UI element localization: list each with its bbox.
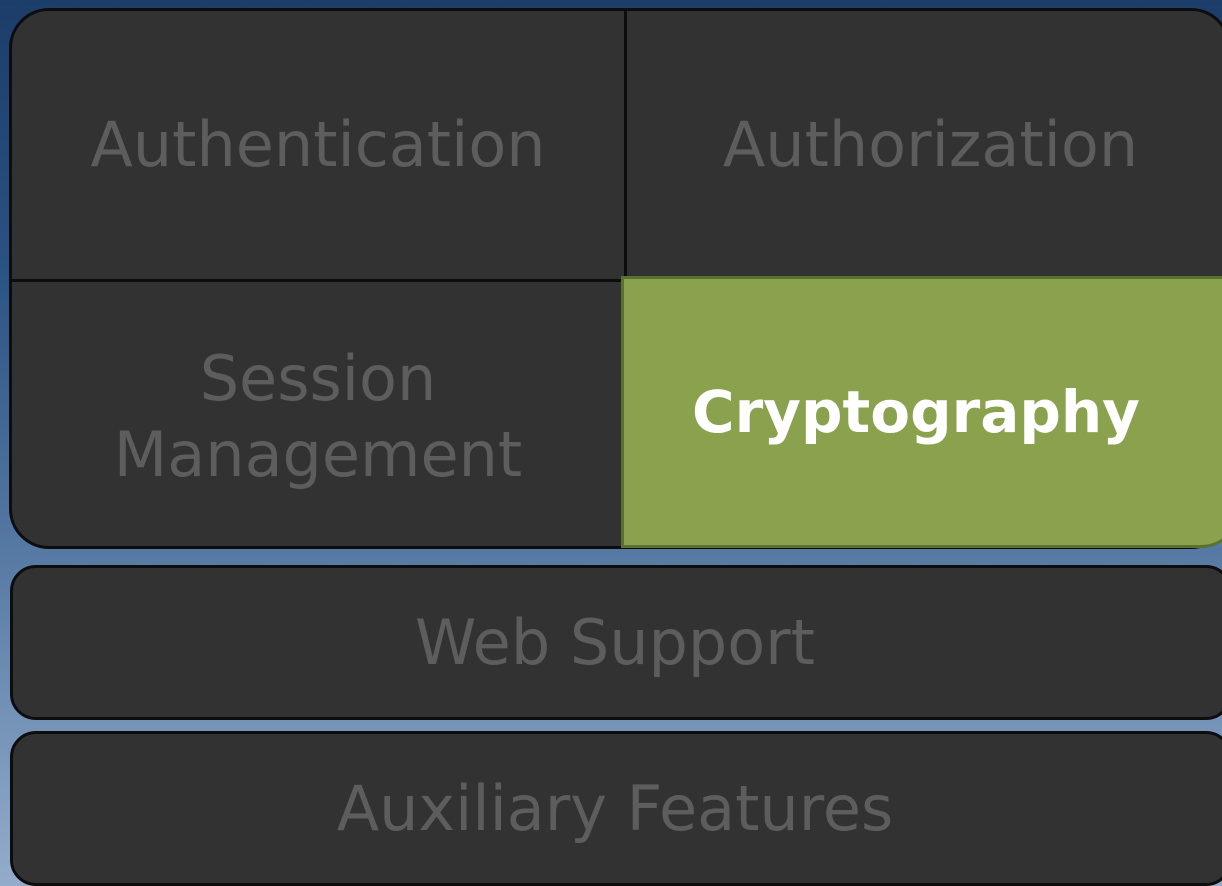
authentication-block: Authentication	[12, 11, 624, 279]
web-support-block: Web Support	[10, 565, 1222, 720]
auxiliary-features-block: Auxiliary Features	[10, 731, 1222, 886]
session-management-label-line2: Management	[113, 418, 523, 491]
auxiliary-features-label: Auxiliary Features	[336, 771, 894, 845]
cryptography-label: Cryptography	[692, 378, 1140, 446]
horizontal-divider	[12, 279, 627, 282]
web-support-label: Web Support	[415, 605, 815, 679]
session-management-label-line1: Session	[199, 342, 437, 416]
authorization-label: Authorization	[722, 108, 1139, 182]
authentication-label: Authentication	[90, 108, 546, 182]
session-management-block: Session Management	[12, 282, 624, 546]
cryptography-block: Cryptography	[621, 276, 1222, 548]
authorization-block: Authorization	[627, 11, 1222, 279]
